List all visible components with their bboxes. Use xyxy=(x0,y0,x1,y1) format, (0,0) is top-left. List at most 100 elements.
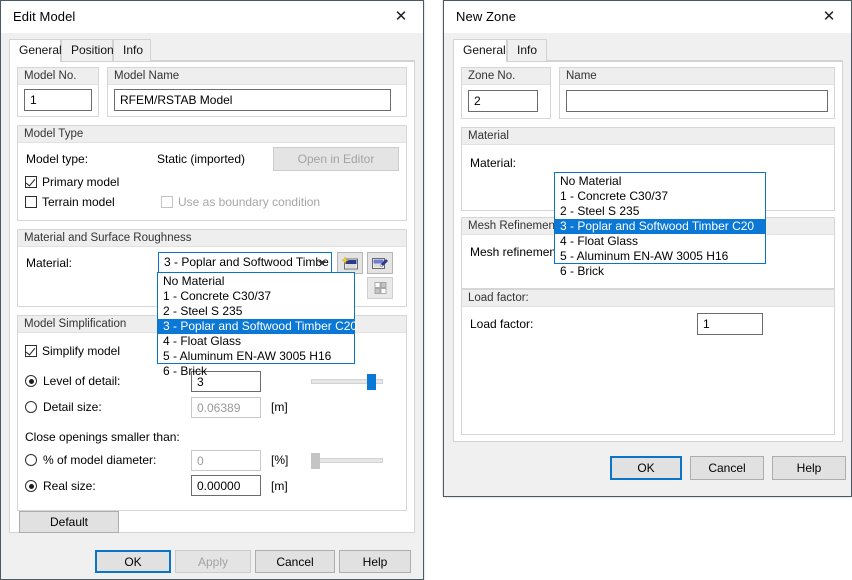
open-in-editor-button[interactable]: Open in Editor xyxy=(273,147,399,171)
d1-material-label: Material: xyxy=(26,256,72,270)
new-zone-title: New Zone xyxy=(456,9,516,24)
d2-material-droplist[interactable]: No Material 1 - Concrete C30/37 2 - Stee… xyxy=(554,172,766,264)
tab-position-label: Position xyxy=(71,43,114,57)
detail-size-radio-circle xyxy=(25,401,37,413)
d1-grid-button[interactable] xyxy=(367,277,393,299)
d2-material-option[interactable]: 5 - Aluminum EN-AW 3005 H16 xyxy=(555,249,765,264)
chevron-down-icon xyxy=(318,261,326,266)
model-name-input[interactable] xyxy=(114,89,391,111)
model-type-header: Model Type xyxy=(18,126,406,143)
load-factor-header: Load factor: xyxy=(462,290,834,307)
tab-info-label: Info xyxy=(123,43,143,57)
d1-material-option[interactable]: 6 - Brick xyxy=(158,364,354,379)
pct-model-diameter-input[interactable] xyxy=(191,450,261,471)
zone-no-input[interactable] xyxy=(468,90,538,112)
d2-ok-button[interactable]: OK xyxy=(610,456,682,480)
d1-help-button[interactable]: Help xyxy=(339,550,411,573)
new-zone-tabstrip: General Info xyxy=(453,39,843,61)
tab-general-label: General xyxy=(463,43,506,57)
d1-ok-button[interactable]: OK xyxy=(95,550,171,573)
real-size-radio[interactable]: Real size: xyxy=(25,479,96,493)
model-type-value: Static (imported) xyxy=(157,152,245,166)
d1-material-combobox[interactable]: 3 - Poplar and Softwood Timbe xyxy=(158,252,332,274)
model-type-label: Model type: xyxy=(26,152,88,166)
close-icon[interactable]: ✕ xyxy=(807,1,851,31)
d2-help-button[interactable]: Help xyxy=(772,456,846,480)
d2-material-option[interactable]: 4 - Float Glass xyxy=(555,234,765,249)
new-material-icon xyxy=(342,256,359,271)
zone-name-header: Name xyxy=(560,68,834,85)
grid-icon xyxy=(373,281,388,295)
edit-model-tabstrip: General Position Info xyxy=(9,39,415,61)
d1-material-option[interactable]: 2 - Steel S 235 xyxy=(158,304,354,319)
d1-material-option[interactable]: 5 - Aluminum EN-AW 3005 H16 xyxy=(158,349,354,364)
tab-info[interactable]: Info xyxy=(507,39,547,61)
pct-model-diameter-slider[interactable] xyxy=(311,453,383,469)
d2-material-label: Material: xyxy=(470,156,516,170)
primary-model-label: Primary model xyxy=(42,175,119,189)
zone-no-header: Zone No. xyxy=(462,68,550,85)
boundary-condition-checkbox-box xyxy=(161,196,173,208)
detail-size-label: Detail size: xyxy=(43,400,102,414)
tab-position[interactable]: Position xyxy=(61,39,113,61)
mesh-refinement-label: Mesh refinement: xyxy=(470,245,563,259)
d2-material-option-selected[interactable]: 3 - Poplar and Softwood Timber C20 xyxy=(555,219,765,234)
default-button[interactable]: Default xyxy=(19,511,119,533)
edit-material-icon xyxy=(371,256,389,271)
tab-general[interactable]: General xyxy=(9,39,61,62)
detail-size-input[interactable] xyxy=(191,397,261,418)
detail-size-radio[interactable]: Detail size: xyxy=(25,400,102,414)
boundary-condition-checkbox: Use as boundary condition xyxy=(161,195,320,209)
terrain-model-label: Terrain model xyxy=(42,195,115,209)
edit-model-title: Edit Model xyxy=(13,9,75,24)
d1-material-option-selected[interactable]: 3 - Poplar and Softwood Timber C20 xyxy=(158,319,354,334)
tab-general[interactable]: General xyxy=(453,39,507,62)
zone-name-input[interactable] xyxy=(566,90,828,112)
simplify-model-checkbox[interactable]: Simplify model xyxy=(25,344,120,358)
detail-size-unit: [m] xyxy=(271,400,288,414)
d2-material-option[interactable]: 2 - Steel S 235 xyxy=(555,204,765,219)
pct-model-diameter-slider-thumb[interactable] xyxy=(311,453,320,469)
d1-cancel-button[interactable]: Cancel xyxy=(255,550,335,573)
d1-new-material-button[interactable] xyxy=(337,252,363,274)
simplify-model-label: Simplify model xyxy=(42,344,120,358)
real-size-input[interactable] xyxy=(191,475,261,496)
level-of-detail-radio[interactable]: Level of detail: xyxy=(25,374,120,388)
d1-apply-button[interactable]: Apply xyxy=(175,550,251,573)
real-size-unit: [m] xyxy=(271,479,288,493)
close-icon[interactable]: ✕ xyxy=(379,1,423,31)
edit-model-titlebar: Edit Model ✕ xyxy=(1,1,423,33)
pct-model-diameter-slider-track xyxy=(311,458,383,463)
level-of-detail-slider-thumb[interactable] xyxy=(367,374,376,390)
level-of-detail-radio-circle xyxy=(25,375,37,387)
model-no-input[interactable] xyxy=(24,89,92,111)
d1-material-combobox-value: 3 - Poplar and Softwood Timbe xyxy=(164,255,329,269)
d1-material-option[interactable]: 4 - Float Glass xyxy=(158,334,354,349)
terrain-model-checkbox[interactable]: Terrain model xyxy=(25,195,115,209)
pct-model-diameter-radio[interactable]: % of model diameter: xyxy=(25,453,156,467)
primary-model-checkbox[interactable]: Primary model xyxy=(25,175,119,189)
zone-material-header: Material xyxy=(462,128,834,145)
d2-material-option[interactable]: 6 - Brick xyxy=(555,264,765,279)
d1-material-option[interactable]: 1 - Concrete C30/37 xyxy=(158,289,354,304)
pct-model-diameter-label: % of model diameter: xyxy=(43,453,156,467)
level-of-detail-label: Level of detail: xyxy=(43,374,120,388)
model-no-header: Model No. xyxy=(18,68,98,85)
tab-info-label: Info xyxy=(517,43,537,57)
pct-model-diameter-radio-circle xyxy=(25,454,37,466)
tab-info[interactable]: Info xyxy=(113,39,151,61)
d2-cancel-button[interactable]: Cancel xyxy=(690,456,764,480)
load-factor-group: Load factor: xyxy=(461,289,835,435)
new-zone-titlebar: New Zone ✕ xyxy=(444,1,851,33)
close-openings-label: Close openings smaller than: xyxy=(25,430,180,444)
model-name-header: Model Name xyxy=(108,68,406,85)
real-size-label: Real size: xyxy=(43,479,96,493)
d1-material-droplist[interactable]: No Material 1 - Concrete C30/37 2 - Stee… xyxy=(157,272,355,364)
d2-material-option[interactable]: 1 - Concrete C30/37 xyxy=(555,189,765,204)
d2-material-option[interactable]: No Material xyxy=(555,174,765,189)
load-factor-input[interactable] xyxy=(697,313,763,335)
d1-material-option[interactable]: No Material xyxy=(158,274,354,289)
d1-edit-material-button[interactable] xyxy=(367,252,393,274)
primary-model-checkbox-box xyxy=(25,176,37,188)
tab-general-label: General xyxy=(19,43,62,57)
